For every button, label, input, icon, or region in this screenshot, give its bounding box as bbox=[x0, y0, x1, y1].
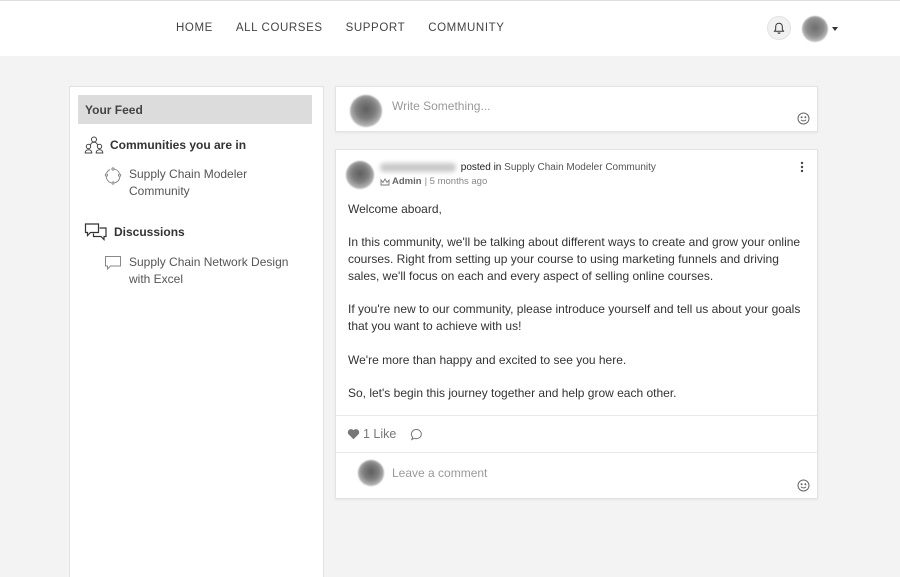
discussions-header: Discussions bbox=[84, 222, 185, 242]
nav-support[interactable]: SUPPORT bbox=[346, 22, 406, 34]
divider bbox=[336, 452, 818, 453]
chat-bubble-icon bbox=[105, 256, 121, 271]
communities-header: Communities you are in bbox=[84, 135, 246, 155]
commenter-avatar bbox=[358, 460, 384, 486]
post-paragraph: So, let's begin this journey together an… bbox=[348, 385, 677, 400]
sidebar: Your Feed Communities you are in Supply … bbox=[69, 86, 324, 577]
discussions-title: Discussions bbox=[114, 225, 185, 239]
top-navigation-bar: HOME ALL COURSES SUPPORT COMMUNITY bbox=[0, 0, 900, 56]
post-paragraph: Welcome aboard, bbox=[348, 202, 442, 216]
divider bbox=[336, 415, 818, 416]
communities-title: Communities you are in bbox=[110, 138, 247, 152]
post-paragraph: If you're new to our community, please i… bbox=[348, 302, 801, 334]
post-author-name[interactable] bbox=[380, 162, 456, 172]
post-card: posted in Supply Chain Modeler Community… bbox=[335, 149, 818, 499]
sidebar-item-label: Supply Chain Modeler Community bbox=[129, 167, 248, 198]
post-author-avatar bbox=[346, 161, 374, 189]
crown-icon bbox=[380, 177, 390, 185]
more-options-icon[interactable] bbox=[799, 160, 805, 174]
post-paragraph: We're more than happy and excited to see… bbox=[348, 352, 627, 367]
composer-avatar bbox=[350, 95, 382, 127]
nav-home[interactable]: HOME bbox=[176, 22, 213, 34]
author-role: Admin bbox=[392, 176, 422, 187]
notifications-button[interactable] bbox=[767, 16, 791, 40]
posted-in-label: posted in bbox=[460, 162, 502, 173]
sidebar-item-supply-chain-community[interactable]: Supply Chain Modeler Community bbox=[104, 166, 264, 200]
post-subline: Admin | 5 months ago bbox=[380, 176, 487, 187]
user-avatar[interactable] bbox=[802, 16, 828, 42]
reaction-row: 1 Like bbox=[347, 427, 423, 441]
sidebar-item-network-design[interactable]: Supply Chain Network Design with Excel bbox=[104, 254, 294, 288]
chat-bubbles-icon bbox=[84, 223, 107, 241]
your-feed-link[interactable]: Your Feed bbox=[78, 95, 312, 124]
sync-circle-icon bbox=[104, 167, 122, 185]
emoji-icon[interactable] bbox=[797, 112, 810, 125]
sidebar-item-label: Supply Chain Network Design with Excel bbox=[129, 255, 289, 286]
post-paragraph: In this community, we'll be talking abou… bbox=[348, 235, 801, 283]
comment-icon[interactable] bbox=[410, 428, 423, 441]
write-something-input[interactable] bbox=[392, 97, 792, 115]
post-meta: posted in Supply Chain Modeler Community bbox=[380, 162, 656, 173]
nav-all-courses[interactable]: ALL COURSES bbox=[236, 22, 323, 34]
like-count[interactable]: 1 Like bbox=[363, 427, 396, 441]
caret-down-icon[interactable] bbox=[832, 27, 838, 31]
post-time: | 5 months ago bbox=[424, 176, 488, 187]
emoji-icon[interactable] bbox=[797, 479, 810, 492]
post-community-link[interactable]: Supply Chain Modeler Community bbox=[504, 162, 656, 173]
post-composer bbox=[335, 86, 818, 132]
heart-icon[interactable] bbox=[347, 428, 360, 440]
bell-icon bbox=[773, 22, 785, 34]
comment-input[interactable] bbox=[392, 464, 772, 482]
main-nav: HOME ALL COURSES SUPPORT COMMUNITY bbox=[176, 22, 528, 34]
people-group-icon bbox=[84, 136, 104, 154]
nav-community[interactable]: COMMUNITY bbox=[428, 22, 504, 34]
post-body: Welcome aboard, In this community, we'll… bbox=[348, 201, 813, 418]
